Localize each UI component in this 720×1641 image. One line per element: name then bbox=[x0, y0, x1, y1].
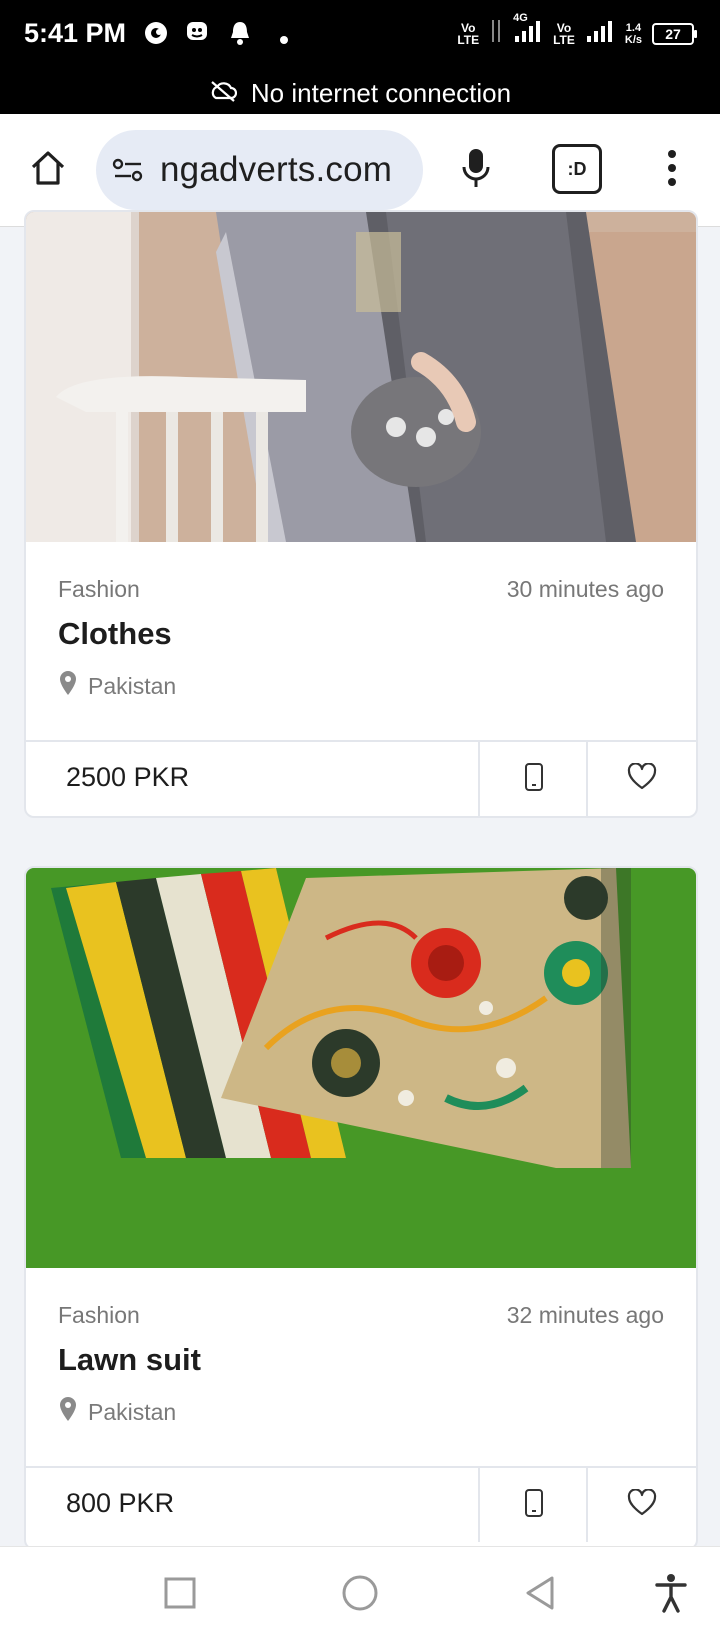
more-options-button[interactable] bbox=[654, 144, 690, 196]
voice-search-button[interactable] bbox=[450, 142, 502, 198]
listing-price: 800 PKR bbox=[66, 1488, 175, 1518]
messenger-notification-icon bbox=[186, 20, 208, 49]
location-pin-icon bbox=[58, 670, 78, 702]
accessibility-icon bbox=[654, 1573, 688, 1618]
status-time: 5:41 PM bbox=[24, 18, 127, 48]
more-vert-icon bbox=[667, 148, 677, 193]
tab-switcher-label: :D bbox=[567, 158, 587, 179]
listing-image[interactable] bbox=[26, 868, 696, 1268]
price-row: 800 PKR bbox=[26, 1466, 696, 1542]
site-settings-icon[interactable] bbox=[112, 156, 144, 184]
listing-time: 32 minutes ago bbox=[506, 1302, 664, 1328]
url-text[interactable]: ngadverts.com bbox=[160, 150, 392, 190]
listing-time: 30 minutes ago bbox=[506, 576, 664, 602]
home-icon bbox=[28, 148, 68, 193]
location-text: Pakistan bbox=[88, 672, 177, 699]
recents-button[interactable] bbox=[160, 1573, 200, 1618]
listing-card[interactable]: Fashion 32 minutes ago Lawn suit Pakista… bbox=[24, 866, 698, 1550]
listing-image[interactable] bbox=[26, 212, 696, 542]
clothes-photo bbox=[26, 212, 696, 542]
listing-category: Fashion bbox=[58, 1302, 140, 1328]
system-nav-bar bbox=[0, 1546, 720, 1641]
home-button[interactable] bbox=[22, 144, 74, 196]
location-text: Pakistan bbox=[88, 1398, 177, 1425]
offline-text: No internet connection bbox=[250, 77, 512, 108]
address-bar[interactable]: ngadverts.com bbox=[96, 130, 423, 210]
status-right-cluster: Vo LTE 4G Vo LTE 1.4 K/s 27 bbox=[457, 12, 697, 49]
offline-banner: No internet connection bbox=[0, 72, 720, 114]
volte-indicator: Vo LTE bbox=[457, 20, 480, 47]
tab-switcher-button[interactable]: :D bbox=[552, 144, 602, 194]
listing-details: Fashion 32 minutes ago Lawn suit Pakista… bbox=[26, 1268, 696, 1474]
price-row: 2500 PKR bbox=[26, 740, 696, 816]
listing-title[interactable]: Lawn suit bbox=[58, 1342, 201, 1378]
lawn-suit-photo bbox=[26, 868, 696, 1268]
back-button[interactable] bbox=[520, 1573, 560, 1618]
data-transfer-icon bbox=[489, 18, 503, 49]
volte-indicator-2: Vo LTE bbox=[553, 20, 575, 47]
status-bar: 5:41 PM Vo LTE 4G Vo LTE 1.4 K/s 27 bbox=[0, 0, 720, 72]
listing-details: Fashion 30 minutes ago Clothes Pakistan bbox=[26, 542, 696, 742]
phone-icon bbox=[524, 762, 544, 797]
network-speed: 1.4 K/s bbox=[624, 21, 642, 46]
mic-icon bbox=[461, 147, 491, 194]
listing-location: Pakistan bbox=[58, 670, 176, 702]
call-seller-button[interactable] bbox=[478, 1468, 588, 1542]
call-seller-button[interactable] bbox=[478, 742, 588, 816]
home-circle-icon bbox=[340, 1573, 380, 1618]
accessibility-button[interactable] bbox=[654, 1573, 688, 1618]
heart-icon bbox=[627, 1487, 657, 1522]
listing-price: 2500 PKR bbox=[66, 762, 190, 792]
back-triangle-icon bbox=[520, 1573, 560, 1618]
listing-category: Fashion bbox=[58, 576, 140, 602]
favorite-button[interactable] bbox=[586, 742, 696, 816]
phone-icon bbox=[524, 1488, 544, 1523]
heart-icon bbox=[627, 761, 657, 796]
listing-title[interactable]: Clothes bbox=[58, 616, 172, 652]
battery-indicator: 27 bbox=[652, 22, 697, 45]
bell-icon bbox=[228, 20, 252, 51]
location-pin-icon bbox=[58, 1396, 78, 1428]
favorite-button[interactable] bbox=[586, 1468, 696, 1542]
recents-square-icon bbox=[160, 1573, 200, 1618]
listing-card[interactable]: Fashion 30 minutes ago Clothes Pakistan … bbox=[24, 210, 698, 818]
signal-4g-icon: 4G bbox=[513, 12, 543, 49]
listing-location: Pakistan bbox=[58, 1396, 176, 1428]
cloud-off-icon bbox=[209, 78, 237, 109]
home-nav-button[interactable] bbox=[340, 1573, 380, 1618]
more-notifications-dot-icon bbox=[280, 31, 288, 49]
signal-bars-icon bbox=[585, 18, 615, 49]
app-notification-icon bbox=[143, 20, 169, 51]
